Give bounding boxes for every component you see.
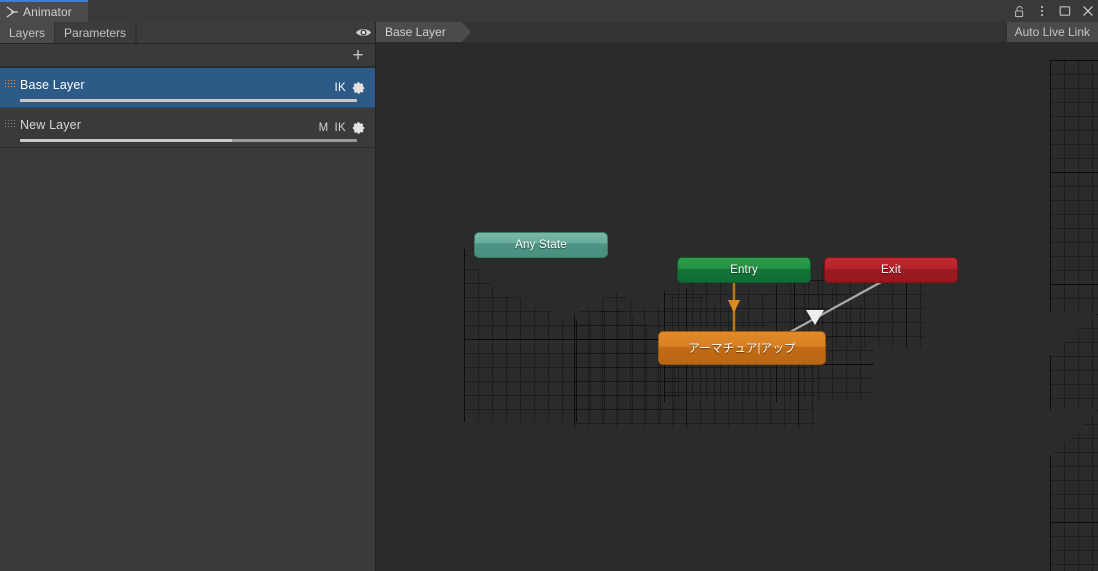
arrowhead-down	[728, 300, 740, 313]
toolbar-spacer	[136, 22, 350, 43]
layer-weight-slider-new[interactable]	[20, 139, 357, 142]
layer-weight-slider-base[interactable]	[20, 99, 357, 102]
tab-parameters[interactable]: Parameters	[55, 22, 137, 43]
node-armature-up-label: アーマチュア|アップ	[688, 343, 796, 355]
tab-layers-label: Layers	[9, 25, 46, 40]
node-entry-label: Entry	[730, 264, 758, 276]
node-any-state-label: Any State	[515, 239, 567, 251]
add-layer-bar: +	[0, 44, 376, 67]
grid-fragment	[1050, 314, 1098, 410]
window-controls	[1012, 0, 1095, 22]
layer-list: Base Layer IK New Layer M IK	[0, 67, 376, 148]
ik-badge[interactable]: IK	[335, 122, 346, 134]
transition-layer	[728, 280, 884, 365]
mask-badge[interactable]: M	[319, 122, 329, 134]
layer-row-new[interactable]: New Layer M IK	[0, 108, 376, 148]
tab-parameters-label: Parameters	[64, 25, 127, 40]
tab-animator[interactable]: Animator	[0, 0, 88, 22]
tab-animator-label: Animator	[23, 5, 72, 19]
breadcrumb-base-layer[interactable]: Base Layer	[376, 22, 471, 42]
breadcrumb-bar: Base Layer Auto Live Link	[376, 22, 1098, 43]
gear-icon[interactable]	[352, 121, 366, 135]
grid-fragment	[1050, 410, 1098, 571]
lock-icon[interactable]	[1012, 4, 1026, 18]
layers-panel-toolbar: Layers Parameters	[0, 22, 376, 44]
layer-name-base: Base Layer	[20, 78, 85, 92]
arrowhead-mid	[806, 310, 824, 325]
auto-live-link-button[interactable]: Auto Live Link	[1005, 22, 1098, 42]
add-layer-button[interactable]: +	[348, 45, 368, 65]
node-exit[interactable]: Exit	[824, 257, 958, 283]
ik-badge[interactable]: IK	[335, 82, 346, 94]
graph-canvas[interactable]: Any State Entry Exit アーマチュア|アップ	[376, 42, 1098, 571]
drag-handle-icon[interactable]	[5, 80, 16, 89]
window-titlebar: Animator	[0, 0, 1098, 22]
layer-row-base[interactable]: Base Layer IK	[0, 68, 376, 108]
node-armature-up[interactable]: アーマチュア|アップ	[658, 331, 826, 365]
node-entry[interactable]: Entry	[677, 257, 811, 283]
state-machine-graph: Base Layer Auto Live Link Any State Entr…	[376, 22, 1098, 571]
close-icon[interactable]	[1081, 4, 1095, 18]
animator-icon	[6, 6, 20, 18]
layers-panel: Layers Parameters + Base Layer IK New La…	[0, 22, 376, 571]
grid-fragment	[1050, 60, 1098, 312]
drag-handle-icon[interactable]	[5, 120, 16, 129]
layer-list-empty-area[interactable]	[0, 167, 376, 571]
layer-name-new: New Layer	[20, 118, 82, 132]
layer-badges-base: IK	[335, 68, 366, 108]
tab-layers[interactable]: Layers	[0, 22, 56, 43]
maximize-icon[interactable]	[1058, 4, 1072, 18]
eye-icon[interactable]	[350, 22, 376, 43]
gear-icon[interactable]	[352, 81, 366, 95]
node-any-state[interactable]: Any State	[474, 232, 608, 258]
node-exit-label: Exit	[881, 264, 901, 276]
kebab-menu-icon[interactable]	[1035, 4, 1049, 18]
layer-badges-new: M IK	[319, 108, 366, 148]
animator-window: Animator Layers Parameters + Base Layer …	[0, 0, 1098, 571]
